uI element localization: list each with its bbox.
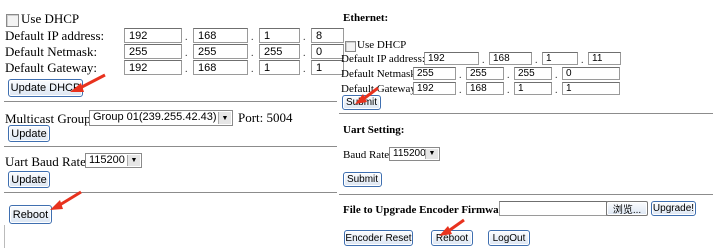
separator: . xyxy=(555,70,558,81)
ip-octet-2[interactable]: 168 xyxy=(193,28,248,43)
multicast-label: Multicast Group: xyxy=(5,111,95,126)
separator: . xyxy=(303,64,306,75)
firmware-file-input[interactable] xyxy=(499,201,607,216)
separator: . xyxy=(555,85,558,96)
chevron-down-icon[interactable]: ▼ xyxy=(425,149,438,159)
gateway-octet-3[interactable]: 1 xyxy=(259,60,300,75)
ip-octet-3[interactable]: 1 xyxy=(259,28,300,43)
red-arrow-icon xyxy=(70,73,106,92)
netmask-octet-2[interactable]: 255 xyxy=(466,67,504,80)
separator: . xyxy=(303,48,306,59)
logout-button[interactable]: LogOut xyxy=(488,230,530,246)
encoder-reset-button[interactable]: Encoder Reset xyxy=(344,230,413,246)
ip-octet-3[interactable]: 1 xyxy=(542,52,578,65)
netmask-label: Default Netmask: xyxy=(5,44,98,59)
separator: . xyxy=(459,70,462,81)
baud-value: 115200 xyxy=(393,148,426,159)
ip-octet-2[interactable]: 168 xyxy=(489,52,532,65)
baud-select[interactable]: 115200 ▼ xyxy=(389,147,440,161)
separator: . xyxy=(581,55,584,66)
gateway-octet-1[interactable]: 192 xyxy=(413,82,456,95)
chevron-down-icon[interactable]: ▼ xyxy=(127,155,140,166)
netmask-label: Default Netmask: xyxy=(341,68,419,80)
separator: . xyxy=(482,55,485,66)
multicast-value: Group 01(239.255.42.43) xyxy=(93,111,217,123)
separator: . xyxy=(507,70,510,81)
upgrade-button[interactable]: Upgrade! xyxy=(651,201,696,216)
chevron-down-icon[interactable]: ▼ xyxy=(218,112,231,124)
update-uart-button[interactable]: Update xyxy=(8,171,50,188)
dhcp-checkbox[interactable] xyxy=(6,14,19,27)
dhcp-label: Use DHCP xyxy=(357,39,407,51)
ip-octet-4[interactable]: 8 xyxy=(311,28,344,43)
netmask-octet-1[interactable]: 255 xyxy=(413,67,456,80)
netmask-octet-3[interactable]: 255 xyxy=(514,67,552,80)
panel-border xyxy=(4,225,5,248)
ip-octet-4[interactable]: 11 xyxy=(588,52,621,65)
gateway-octet-2[interactable]: 168 xyxy=(466,82,504,95)
separator: . xyxy=(185,64,188,75)
red-arrow-icon xyxy=(355,86,379,104)
uart-heading: Uart Setting: xyxy=(343,124,405,136)
divider xyxy=(339,113,713,114)
uart-baud-value: 115200 xyxy=(89,154,125,166)
divider xyxy=(4,101,337,102)
browse-button[interactable]: 浏览... xyxy=(606,201,648,216)
separator: . xyxy=(303,32,306,43)
uart-label: Uart Baud Rate: xyxy=(5,154,90,169)
separator: . xyxy=(185,32,188,43)
separator: . xyxy=(251,32,254,43)
netmask-octet-3[interactable]: 255 xyxy=(259,44,300,59)
netmask-octet-1[interactable]: 255 xyxy=(124,44,182,59)
red-arrow-icon xyxy=(50,190,82,210)
reboot-button[interactable]: Reboot xyxy=(9,205,52,224)
ip-label: Default IP address: xyxy=(5,28,105,43)
gateway-octet-4[interactable]: 1 xyxy=(311,60,344,75)
gateway-octet-2[interactable]: 168 xyxy=(193,60,248,75)
separator: . xyxy=(535,55,538,66)
divider xyxy=(4,146,337,147)
uart-baud-select[interactable]: 115200 ▼ xyxy=(85,153,142,168)
ip-octet-1[interactable]: 192 xyxy=(124,28,182,43)
multicast-select[interactable]: Group 01(239.255.42.43) ▼ xyxy=(89,110,233,126)
red-arrow-icon xyxy=(439,218,465,236)
netmask-octet-4[interactable]: 0 xyxy=(311,44,344,59)
ip-octet-1[interactable]: 192 xyxy=(424,52,479,65)
dhcp-label: Use DHCP xyxy=(21,11,80,26)
ethernet-heading: Ethernet: xyxy=(343,12,389,24)
ip-label: Default IP address: xyxy=(341,53,425,65)
port-label: Port: 5004 xyxy=(238,110,293,125)
netmask-octet-2[interactable]: 255 xyxy=(193,44,248,59)
dhcp-checkbox[interactable] xyxy=(345,41,356,52)
upgrade-label: File to Upgrade Encoder Firmware: xyxy=(343,204,512,216)
separator: . xyxy=(507,85,510,96)
separator: . xyxy=(251,48,254,59)
gateway-octet-3[interactable]: 1 xyxy=(514,82,552,95)
baud-label: Baud Rate: xyxy=(343,149,393,161)
separator: . xyxy=(251,64,254,75)
gateway-octet-4[interactable]: 1 xyxy=(562,82,620,95)
submit-uart-button[interactable]: Submit xyxy=(343,172,382,187)
divider xyxy=(339,194,713,195)
gateway-octet-1[interactable]: 192 xyxy=(124,60,182,75)
update-multicast-button[interactable]: Update xyxy=(8,125,50,142)
separator: . xyxy=(185,48,188,59)
separator: . xyxy=(459,85,462,96)
netmask-octet-4[interactable]: 0 xyxy=(562,67,620,80)
